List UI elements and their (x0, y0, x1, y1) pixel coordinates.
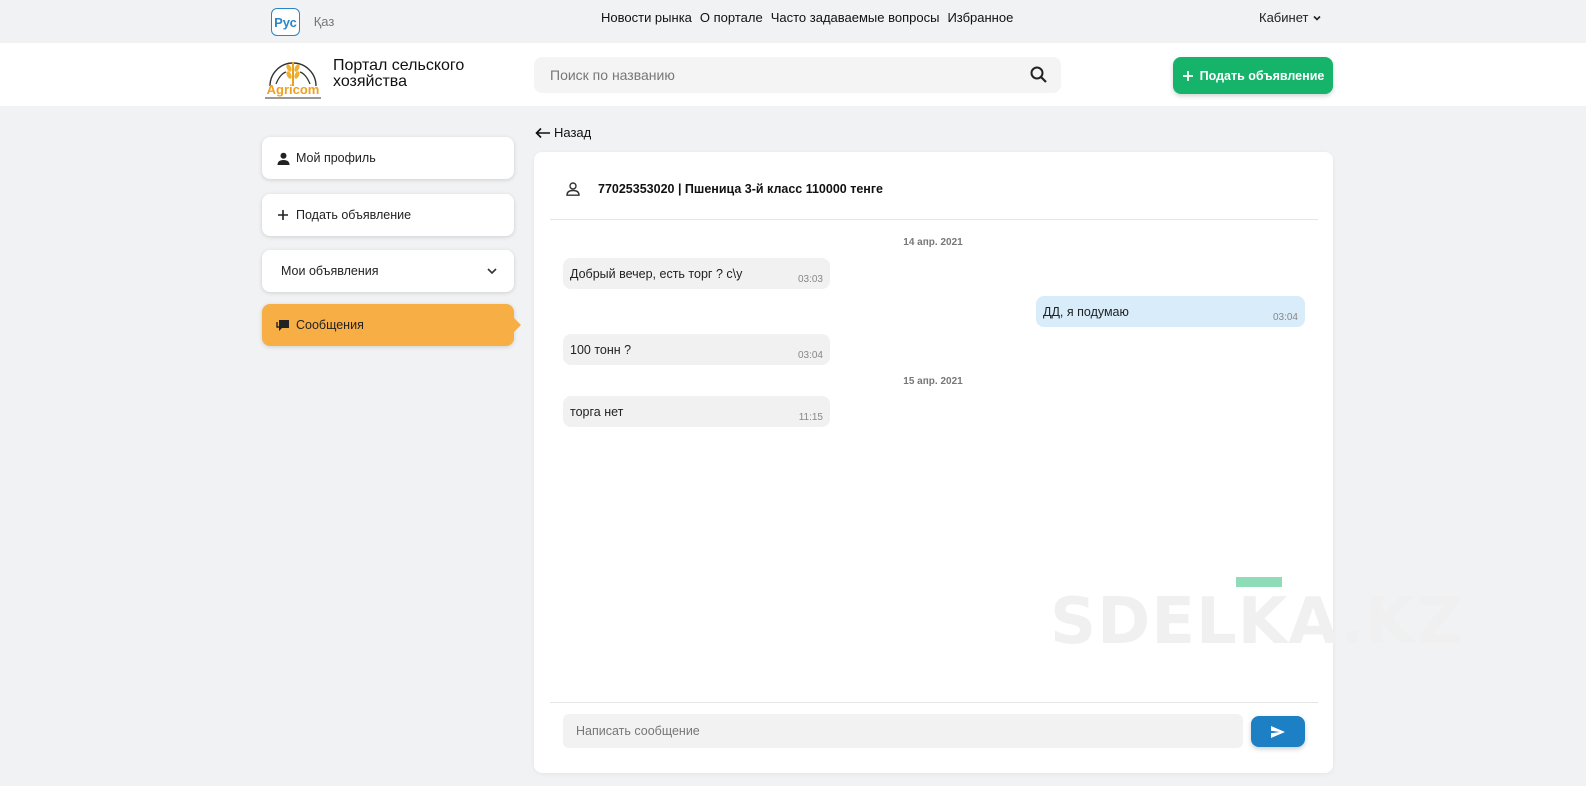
portal-title: Портал сельского хозяйства (333, 58, 493, 90)
chevron-down-icon (487, 268, 497, 275)
plus-icon (276, 208, 290, 222)
nav-faq[interactable]: Часто задаваемые вопросы (771, 10, 940, 25)
message-bubble-out: ДД, я подумаю 03:04 (1036, 296, 1305, 327)
chat-header: 77025353020 | Пшеница 3-й класс 110000 т… (566, 182, 883, 196)
post-ad-label: Подать объявление (1199, 68, 1325, 83)
message-text: Добрый вечер, есть торг ? с\у (570, 267, 743, 281)
portal-title-line1: Портал сельского (333, 57, 465, 74)
send-icon (1271, 725, 1285, 738)
search-icon[interactable] (1029, 65, 1049, 85)
post-ad-button[interactable]: Подать объявление (1173, 57, 1333, 94)
back-label: Назад (554, 125, 592, 140)
sidebar-item-label: Мой профиль (296, 151, 376, 165)
message-input[interactable] (563, 714, 1243, 748)
message-composer (563, 714, 1243, 748)
lang-ru-button[interactable]: Рус (271, 8, 300, 36)
person-outline-icon (566, 182, 580, 196)
sidebar-item-label: Подать объявление (296, 208, 412, 222)
top-nav: Новости рынка О портале Часто задаваемые… (601, 10, 1013, 25)
message-text: торга нет (570, 405, 624, 419)
sidebar-item-label: Мои объявления (281, 264, 379, 278)
message-time: 03:04 (797, 350, 823, 361)
sidebar-item-profile[interactable]: Мой профиль (262, 137, 514, 179)
chat-header-divider (550, 219, 1318, 220)
arrow-left-icon (535, 127, 550, 138)
nav-favorites[interactable]: Избранное (947, 10, 1013, 25)
cabinet-menu[interactable]: Кабинет (1259, 10, 1322, 25)
message-bubble-in: Добрый вечер, есть торг ? с\у 03:03 (563, 258, 830, 289)
composer-divider (550, 702, 1318, 703)
sidebar-item-post-ad[interactable]: Подать объявление (262, 194, 514, 236)
portal-title-line2: хозяйства (333, 73, 408, 90)
message-time: 03:03 (797, 274, 823, 285)
search-box (534, 57, 1061, 93)
sidebar-item-my-ads[interactable]: Мои объявления (262, 250, 514, 292)
chat-icon (276, 318, 290, 332)
sidebar-item-messages[interactable]: Сообщения (262, 304, 521, 346)
message-text: ДД, я подумаю (1043, 305, 1129, 319)
agricom-logo[interactable]: Agricom (262, 50, 324, 100)
lang-kz-button[interactable]: Қаз (310, 8, 338, 34)
logo-text: Agricom (266, 82, 320, 97)
person-icon (276, 151, 290, 165)
date-separator: 14 апр. 2021 (903, 237, 963, 248)
message-text: 100 тонн ? (570, 343, 632, 357)
back-link[interactable]: Назад (535, 125, 591, 140)
message-bubble-in: торга нет 11:15 (563, 396, 830, 427)
search-input[interactable] (534, 57, 1036, 93)
cabinet-label: Кабинет (1259, 10, 1309, 25)
plus-icon (1182, 70, 1193, 81)
date-separator: 15 апр. 2021 (903, 376, 963, 387)
message-time: 11:15 (798, 412, 823, 423)
nav-market-news[interactable]: Новости рынка (601, 10, 692, 25)
watermark: SDELKA.KZ (1050, 585, 1464, 659)
sidebar-item-label: Сообщения (296, 318, 364, 332)
chat-title: 77025353020 | Пшеница 3-й класс 110000 т… (598, 182, 883, 196)
chevron-down-icon (1313, 15, 1322, 21)
message-bubble-in: 100 тонн ? 03:04 (563, 334, 830, 365)
message-time: 03:04 (1272, 312, 1298, 323)
send-button[interactable] (1251, 716, 1305, 747)
nav-about[interactable]: О портале (700, 10, 763, 25)
